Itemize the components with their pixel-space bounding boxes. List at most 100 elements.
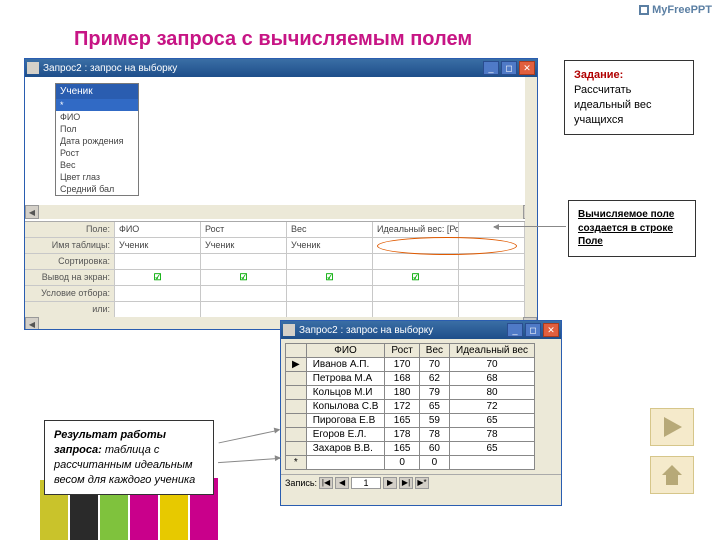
grid-cell[interactable]: Рост (201, 222, 287, 237)
table-cell[interactable]: 0 (419, 456, 449, 470)
table-row[interactable]: ▶Иванов А.П.1707070 (286, 358, 535, 372)
grid-cell[interactable]: ☑ (373, 270, 459, 285)
table-cell[interactable]: Кольцов М.И (306, 386, 385, 400)
table-cell[interactable]: 70 (419, 358, 449, 372)
table-cell[interactable]: 65 (450, 414, 535, 428)
grid-cell[interactable]: Идеальный вес: [Рост]-100 (373, 222, 459, 237)
grid-cell[interactable] (459, 286, 525, 301)
column-header[interactable]: Идеальный вес (450, 344, 535, 358)
minimize-button[interactable]: _ (483, 61, 499, 75)
table-cell[interactable]: 60 (419, 442, 449, 456)
grid-cell[interactable] (459, 270, 525, 285)
field-list-item[interactable]: Дата рождения (56, 135, 138, 147)
grid-cell[interactable] (459, 222, 525, 237)
query-grid[interactable]: Поле:ФИОРостВесИдеальный вес: [Рост]-100… (25, 221, 525, 317)
table-cell[interactable]: 59 (419, 414, 449, 428)
table-cell[interactable]: 80 (450, 386, 535, 400)
table-cell[interactable]: 78 (419, 428, 449, 442)
grid-cell[interactable] (459, 238, 525, 253)
grid-cell[interactable] (115, 286, 201, 301)
grid-cell[interactable] (373, 238, 459, 253)
table-row[interactable]: Копылова С.В1726572 (286, 400, 535, 414)
row-selector[interactable] (286, 414, 307, 428)
grid-cell[interactable] (373, 254, 459, 269)
grid-cell[interactable] (373, 302, 459, 317)
row-selector[interactable]: * (286, 456, 307, 470)
table-cell[interactable]: 180 (385, 386, 419, 400)
table-cell[interactable]: Пирогова Е.В (306, 414, 385, 428)
maximize-button[interactable]: ◻ (501, 61, 517, 75)
record-navigator[interactable]: Запись: |◀ ◀ ▶ ▶| ▶* (281, 474, 561, 490)
row-selector[interactable] (286, 428, 307, 442)
field-list-item[interactable]: Пол (56, 123, 138, 135)
data-table[interactable]: ФИОРостВесИдеальный вес▶Иванов А.П.17070… (285, 343, 535, 470)
grid-cell[interactable] (287, 254, 373, 269)
table-new-row[interactable]: *00 (286, 456, 535, 470)
nav-position[interactable] (351, 477, 381, 489)
grid-cell[interactable] (459, 302, 525, 317)
vertical-scrollbar[interactable] (525, 77, 537, 317)
table-cell[interactable]: 165 (385, 414, 419, 428)
pane-scrollbar[interactable]: ◀ ▶ (25, 205, 537, 219)
table-cell[interactable]: 165 (385, 442, 419, 456)
row-selector[interactable] (286, 372, 307, 386)
field-list-item[interactable]: Рост (56, 147, 138, 159)
grid-cell[interactable] (115, 302, 201, 317)
titlebar[interactable]: Запрос2 : запрос на выборку _ ◻ ✕ (25, 59, 537, 77)
field-list-item[interactable]: Средний бал (56, 183, 138, 195)
grid-cell[interactable]: Ученик (115, 238, 201, 253)
table-cell[interactable]: Иванов А.П. (306, 358, 385, 372)
grid-cell[interactable]: Ученик (287, 238, 373, 253)
table-cell[interactable]: Петрова М.А (306, 372, 385, 386)
nav-first-icon[interactable]: |◀ (319, 477, 333, 489)
row-selector[interactable] (286, 386, 307, 400)
close-button[interactable]: ✕ (543, 323, 559, 337)
table-row[interactable]: Егоров Е.Л.1787878 (286, 428, 535, 442)
scroll-left-icon[interactable]: ◀ (25, 317, 39, 329)
table-cell[interactable]: 68 (450, 372, 535, 386)
slide-home-button[interactable] (650, 456, 694, 494)
grid-cell[interactable] (287, 302, 373, 317)
grid-cell[interactable] (201, 254, 287, 269)
table-cell[interactable]: Копылова С.В (306, 400, 385, 414)
grid-cell[interactable] (201, 286, 287, 301)
grid-cell[interactable]: ☑ (201, 270, 287, 285)
table-cell[interactable]: 65 (419, 400, 449, 414)
field-list-item[interactable]: Цвет глаз (56, 171, 138, 183)
nav-new-icon[interactable]: ▶* (415, 477, 429, 489)
grid-cell[interactable] (459, 254, 525, 269)
grid-cell[interactable]: Вес (287, 222, 373, 237)
table-cell[interactable]: 78 (450, 428, 535, 442)
table-cell[interactable] (306, 456, 385, 470)
grid-cell[interactable] (287, 286, 373, 301)
table-row[interactable]: Пирогова Е.В1655965 (286, 414, 535, 428)
table-cell[interactable]: 168 (385, 372, 419, 386)
table-cell[interactable]: 62 (419, 372, 449, 386)
nav-last-icon[interactable]: ▶| (399, 477, 413, 489)
grid-cell[interactable] (373, 286, 459, 301)
table-cell[interactable]: Егоров Е.Л. (306, 428, 385, 442)
row-selector[interactable] (286, 442, 307, 456)
grid-cell[interactable]: ФИО (115, 222, 201, 237)
column-header[interactable]: ФИО (306, 344, 385, 358)
table-cell[interactable]: 65 (450, 442, 535, 456)
column-header[interactable]: Рост (385, 344, 419, 358)
row-selector[interactable]: ▶ (286, 358, 307, 372)
field-list-item[interactable]: ФИО (56, 111, 138, 123)
titlebar[interactable]: Запрос2 : запрос на выборку _ ◻ ✕ (281, 321, 561, 339)
field-list-item[interactable]: * (56, 99, 138, 111)
grid-cell[interactable]: ☑ (115, 270, 201, 285)
nav-prev-icon[interactable]: ◀ (335, 477, 349, 489)
maximize-button[interactable]: ◻ (525, 323, 541, 337)
row-selector[interactable] (286, 400, 307, 414)
grid-cell[interactable]: Ученик (201, 238, 287, 253)
column-header[interactable]: Вес (419, 344, 449, 358)
table-row[interactable]: Захаров В.В.1656065 (286, 442, 535, 456)
table-cell[interactable]: 79 (419, 386, 449, 400)
field-list[interactable]: Ученик *ФИОПолДата рожденияРостВесЦвет г… (55, 83, 139, 196)
close-button[interactable]: ✕ (519, 61, 535, 75)
nav-next-icon[interactable]: ▶ (383, 477, 397, 489)
table-cell[interactable]: 70 (450, 358, 535, 372)
table-cell[interactable]: 72 (450, 400, 535, 414)
grid-cell[interactable] (201, 302, 287, 317)
